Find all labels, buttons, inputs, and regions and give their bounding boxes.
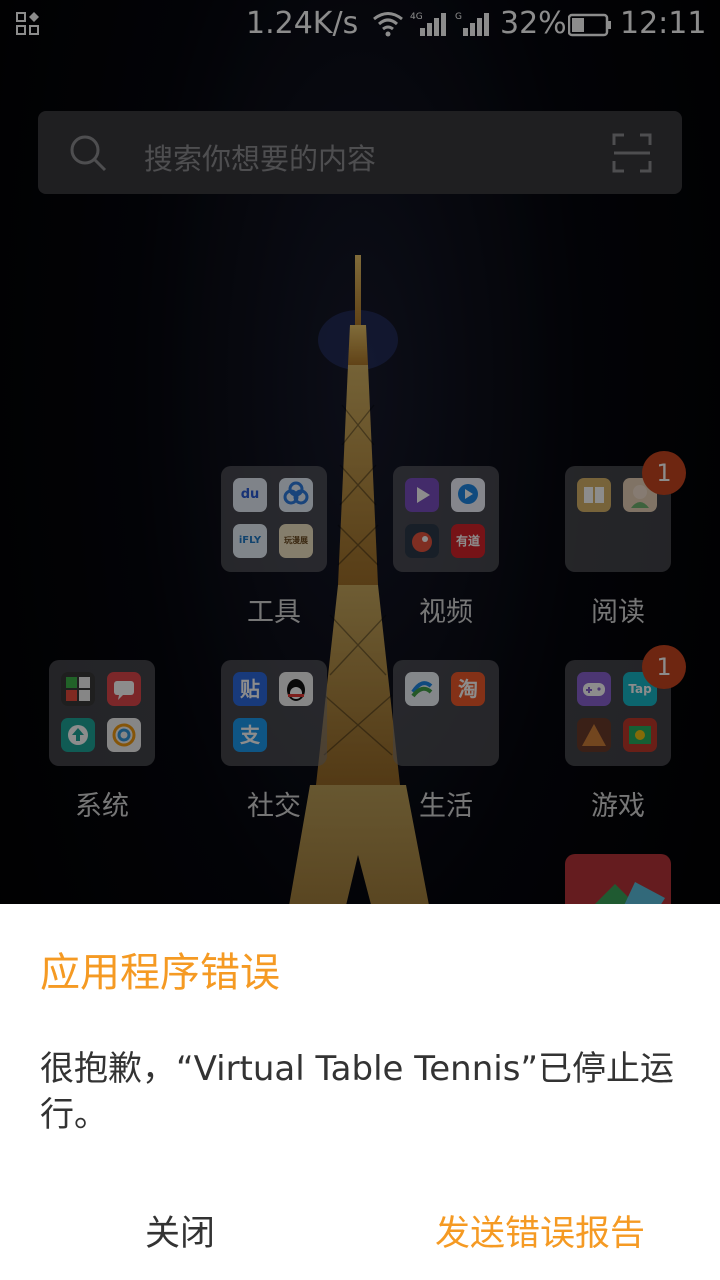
app-error-dialog: 应用程序错误 很抱歉，“Virtual Table Tennis”已停止运行。 … <box>0 904 720 1280</box>
home-screen: 1.24K/s 4G G 32% 12:11 搜索你想要的内容 du iFLY … <box>0 0 720 1280</box>
dialog-title: 应用程序错误 <box>40 950 280 996</box>
dialog-message: 很抱歉，“Virtual Table Tennis”已停止运行。 <box>40 1049 675 1135</box>
send-error-report-button[interactable]: 发送错误报告 <box>410 1204 670 1264</box>
close-button[interactable]: 关闭 <box>100 1204 260 1264</box>
